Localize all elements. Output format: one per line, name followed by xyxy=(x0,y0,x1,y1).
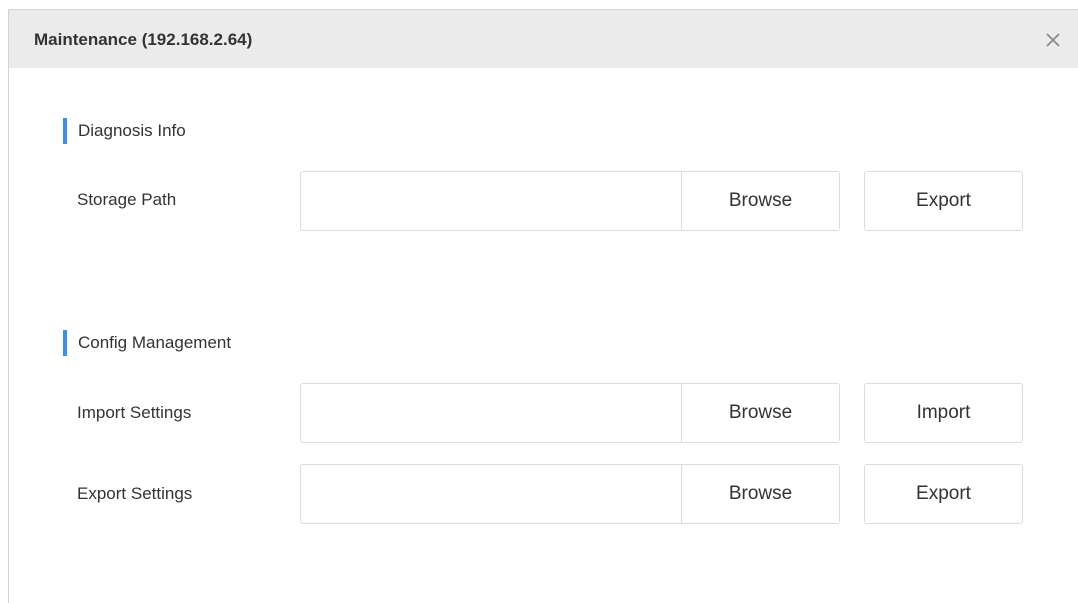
export-settings-input[interactable] xyxy=(301,465,681,523)
export-settings-button[interactable]: Export xyxy=(864,464,1023,524)
storage-path-input[interactable] xyxy=(301,172,681,230)
dialog-title: Maintenance (192.168.2.64) xyxy=(34,30,253,49)
export-settings-browse-button[interactable]: Browse xyxy=(681,465,839,523)
section-title-diagnosis: Diagnosis Info xyxy=(78,121,186,140)
import-settings-input[interactable] xyxy=(301,384,681,442)
section-accent-bar xyxy=(63,330,67,356)
import-button[interactable]: Import xyxy=(864,383,1023,443)
storage-path-group: Browse xyxy=(300,171,840,231)
close-icon[interactable] xyxy=(1042,29,1064,51)
storage-path-browse-button[interactable]: Browse xyxy=(681,172,839,230)
section-title-config: Config Management xyxy=(78,333,232,352)
section-accent-bar xyxy=(63,118,67,144)
diagnosis-export-button[interactable]: Export xyxy=(864,171,1023,231)
storage-path-label: Storage Path xyxy=(77,190,177,209)
import-settings-browse-button[interactable]: Browse xyxy=(681,384,839,442)
import-settings-label: Import Settings xyxy=(77,403,192,422)
maintenance-dialog: Maintenance (192.168.2.64) Diagnosis Inf… xyxy=(8,9,1078,603)
export-settings-group: Browse xyxy=(300,464,840,524)
export-settings-label: Export Settings xyxy=(77,484,193,503)
dialog-titlebar: Maintenance (192.168.2.64) xyxy=(9,10,1078,68)
import-settings-group: Browse xyxy=(300,383,840,443)
